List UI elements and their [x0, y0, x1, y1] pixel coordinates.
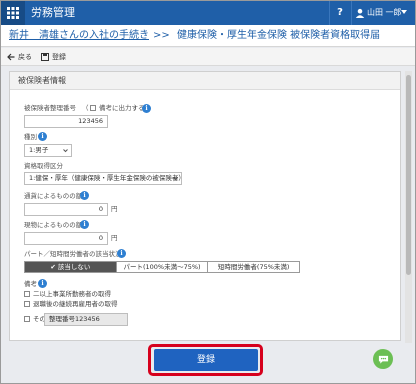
submit-register-button[interactable]: 登録 [154, 349, 258, 371]
insured-number-input[interactable]: 123456 [24, 115, 108, 128]
arrow-left-icon [7, 53, 15, 61]
page-title: 健康保険・厚生年金保険 被保険者資格取得届 [177, 30, 381, 41]
gender-label: 種別 [24, 133, 37, 141]
register-toolbar-button[interactable]: 登録 [41, 48, 66, 66]
currency-amount-input[interactable]: 0 [24, 203, 108, 216]
user-icon [355, 8, 365, 18]
chevron-down-icon [63, 149, 68, 153]
part-time-option-part[interactable]: パート(100%未満〜75%) [117, 262, 209, 272]
remarks-label: 備考 [24, 280, 37, 288]
remark-label-reemployed: 退職後の継続再雇用者の取得 [33, 300, 118, 308]
remark-checkbox-reemployed[interactable] [24, 301, 30, 307]
paren-open: （ [82, 104, 89, 112]
info-icon[interactable]: i [80, 220, 89, 229]
toolbar: 戻る 登録 [1, 48, 415, 66]
acquisition-type-select[interactable]: 1:健保・厚年（健康保険・厚生年金保険の被保険者） [24, 172, 185, 185]
inkind-amount-label: 現物によるものの額 [24, 221, 83, 229]
acquisition-type-value: 1:健保・厚年（健康保険・厚生年金保険の被保険者） [29, 174, 185, 182]
part-time-label: パート／短時間労働者の該当状況 [24, 250, 122, 258]
info-icon[interactable]: i [38, 132, 47, 141]
inkind-unit: 円 [111, 234, 118, 242]
chevron-down-icon [173, 177, 178, 181]
info-icon[interactable]: i [117, 249, 126, 258]
scrollbar[interactable] [405, 71, 412, 343]
back-button[interactable]: 戻る [7, 48, 32, 66]
remark-checkbox-multi-office[interactable] [24, 291, 30, 297]
chat-button[interactable] [373, 349, 393, 369]
chevron-down-icon[interactable] [401, 10, 407, 14]
currency-unit: 円 [111, 205, 118, 213]
divider [351, 1, 352, 25]
acquisition-type-label: 資格取得区分 [24, 162, 63, 170]
breadcrumb: 新井 清雄さんの入社の手続き >> 健康保険・厚生年金保険 被保険者資格取得届 [1, 25, 415, 47]
info-icon[interactable]: i [80, 191, 89, 200]
info-icon[interactable]: i [142, 104, 151, 113]
grid-icon [7, 7, 19, 19]
help-button[interactable]: ? [331, 1, 349, 25]
breadcrumb-separator: >> [153, 30, 170, 41]
part-time-option-none[interactable]: ✔ 該当しない [25, 262, 117, 272]
insured-info-panel: 被保険者情報 被保険者整理番号 （ 備考に出力する ） i 123456 種別 … [9, 71, 401, 341]
remark-label-multi-office: 二以上事業所勤務者の取得 [33, 290, 111, 298]
scroll-thumb[interactable] [406, 75, 411, 275]
chat-icon [378, 355, 388, 364]
info-icon[interactable]: i [38, 279, 47, 288]
user-menu[interactable]: 山田 一郎 [367, 7, 402, 19]
inkind-amount-input[interactable]: 0 [24, 232, 108, 245]
part-time-segmented-control: ✔ 該当しない パート(100%未満〜75%) 短時間労働者(75%未満) [24, 261, 300, 273]
app-menu-button[interactable] [1, 1, 25, 25]
remark-other-input[interactable]: 整理番号123456 [44, 313, 128, 326]
app-title: 労務管理 [31, 6, 75, 19]
remark-checkbox-other[interactable] [24, 316, 30, 322]
top-bar: 労務管理 ? 山田 一郎 [1, 1, 415, 25]
remark-output-checkbox[interactable] [90, 105, 96, 111]
paren-close: ） [134, 104, 141, 112]
part-time-option-short[interactable]: 短時間労働者(75%未満) [208, 262, 299, 272]
gender-select[interactable]: 1:男子 [24, 144, 72, 157]
currency-amount-label: 通貨によるものの額 [24, 192, 83, 200]
breadcrumb-link-procedure[interactable]: 新井 清雄さんの入社の手続き [9, 25, 149, 47]
save-icon [41, 53, 49, 61]
back-label: 戻る [18, 53, 32, 61]
register-toolbar-label: 登録 [52, 53, 66, 61]
section-title: 被保険者情報 [10, 72, 400, 90]
gender-value: 1:男子 [29, 146, 49, 154]
insured-number-label: 被保険者整理番号 [24, 104, 76, 112]
divider [329, 1, 330, 25]
app-window: 労務管理 ? 山田 一郎 新井 清雄さんの入社の手続き >> 健康保険・厚生年金… [0, 0, 416, 384]
